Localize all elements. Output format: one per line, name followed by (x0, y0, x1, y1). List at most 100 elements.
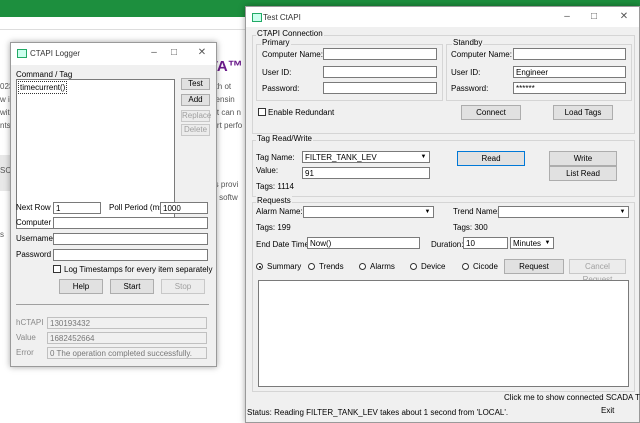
minimize-icon[interactable]: – (147, 46, 161, 60)
summary-radio[interactable] (256, 263, 263, 270)
log-timestamps-checkbox[interactable] (53, 265, 61, 273)
trend-name-label: Trend Name: (453, 207, 500, 216)
request-output-area[interactable] (258, 280, 629, 387)
device-radio[interactable] (410, 263, 417, 270)
standby-user-id-field[interactable]: Engineer (513, 66, 626, 78)
logger-title: CTAPI Logger (30, 49, 81, 58)
alarm-tags-count: Tags: 199 (256, 223, 291, 232)
primary-password-field[interactable] (323, 82, 437, 94)
alarms-radio[interactable] (359, 263, 366, 270)
standby-computer-name-label: Computer Name: (451, 50, 512, 59)
test-ctapi-window: Test CtAPI – □ ✕ CTAPI Connection Primar… (245, 6, 640, 423)
standby-title: Standby (452, 38, 484, 47)
end-date-time-label: End Date Time: (256, 240, 312, 249)
chevron-down-icon[interactable]: ▼ (422, 207, 433, 217)
trends-radio[interactable] (308, 263, 315, 270)
ctapi-connection-title: CTAPI Connection (256, 29, 324, 38)
primary-computer-name-label: Computer Name: (262, 50, 323, 59)
next-row-field[interactable]: 1 (53, 202, 101, 214)
app-icon (17, 49, 27, 58)
list-read-button[interactable]: List Read (549, 166, 617, 181)
close-icon[interactable]: ✕ (617, 10, 631, 24)
standby-password-label: Password: (451, 84, 489, 93)
exit-button[interactable]: Exit (601, 406, 614, 415)
error-label: Error (16, 348, 34, 357)
username-field[interactable] (53, 233, 208, 245)
read-button[interactable]: Read (457, 151, 525, 166)
chevron-down-icon[interactable]: ▼ (617, 207, 628, 217)
primary-title: Primary (261, 38, 291, 47)
maximize-icon[interactable]: □ (587, 10, 601, 24)
device-radio-label: Device (421, 262, 446, 271)
chevron-down-icon[interactable]: ▼ (542, 238, 553, 248)
bg-left-area (0, 370, 245, 423)
separator (16, 304, 209, 305)
chevron-down-icon[interactable]: ▼ (418, 152, 429, 162)
bg-text: w i (0, 95, 10, 104)
minimize-icon[interactable]: – (560, 10, 574, 24)
standby-user-id-label: User ID: (451, 68, 481, 77)
log-timestamps-label: Log Timestamps for every item separately (64, 265, 213, 274)
primary-computer-name-field[interactable] (323, 48, 437, 60)
tag-name-label: Tag Name: (256, 153, 295, 162)
test-button[interactable]: Test (181, 78, 210, 90)
enable-redundant-label: Enable Redundant (268, 108, 335, 117)
alarm-name-label: Alarm Name: (256, 207, 303, 216)
value-label: Value: (256, 166, 279, 175)
close-icon[interactable]: ✕ (195, 46, 209, 60)
maximize-icon[interactable]: □ (167, 46, 181, 60)
standby-password-field[interactable]: ****** (513, 82, 626, 94)
error-field: 0 The operation completed successfully. (47, 347, 207, 359)
computer-field[interactable] (53, 217, 208, 229)
trend-name-combo[interactable] (498, 206, 629, 218)
standby-computer-name-field[interactable] (513, 48, 626, 60)
scada-time-link[interactable]: Click me to show connected SCADA Time (504, 393, 640, 402)
logger-titlebar[interactable]: CTAPI Logger – □ ✕ (11, 43, 216, 65)
cicode-radio-label: Cicode (473, 262, 498, 271)
tags-count: Tags: 1114 (256, 182, 294, 191)
hctapi-field: 130193432 (47, 317, 207, 329)
username-label: Username (16, 234, 53, 243)
request-button[interactable]: Request (504, 259, 564, 274)
trends-radio-label: Trends (319, 262, 344, 271)
password-label: Password (16, 250, 52, 259)
start-button[interactable]: Start (110, 279, 154, 294)
poll-period-field[interactable]: 1000 (160, 202, 208, 214)
alarms-radio-label: Alarms (370, 262, 395, 271)
delete-button[interactable]: Delete (181, 124, 210, 136)
next-row-label: Next Row (16, 203, 51, 212)
primary-user-id-label: User ID: (262, 68, 292, 77)
bg-text: s (0, 230, 4, 239)
stop-button[interactable]: Stop (161, 279, 205, 294)
end-date-time-field[interactable]: Now() (307, 237, 420, 249)
command-tag-label: Command / Tag (16, 70, 73, 79)
primary-user-id-field[interactable] (323, 66, 437, 78)
tag-value-field[interactable]: 91 (302, 167, 430, 179)
cancel-request-button[interactable]: Cancel Request (569, 259, 626, 284)
summary-radio-label: Summary (267, 262, 302, 271)
trend-tags-count: Tags: 300 (453, 223, 488, 232)
command-list-item[interactable]: timecurrent() (18, 81, 68, 94)
alarm-name-combo[interactable] (303, 206, 434, 218)
cicode-radio[interactable] (462, 263, 469, 270)
connect-button[interactable]: Connect (461, 105, 521, 120)
write-button[interactable]: Write (549, 151, 617, 166)
duration-label: Duration: (431, 240, 464, 249)
duration-field[interactable]: 10 (463, 237, 508, 249)
value-field: 1682452664 (47, 332, 207, 344)
replace-button[interactable]: Replace (181, 110, 211, 122)
status-text: Status: Reading FILTER_TANK_LEV takes ab… (247, 408, 509, 417)
help-button[interactable]: Help (59, 279, 103, 294)
test-titlebar[interactable]: Test CtAPI – □ ✕ (246, 7, 639, 27)
load-tags-button[interactable]: Load Tags (553, 105, 613, 120)
password-field[interactable] (53, 249, 208, 261)
hctapi-label: hCTAPI (16, 318, 44, 327)
tag-read-write-title: Tag Read/Write (256, 134, 313, 143)
enable-redundant-checkbox[interactable] (258, 108, 266, 116)
add-button[interactable]: Add (181, 94, 210, 106)
tag-name-combo[interactable]: FILTER_TANK_LEV (302, 151, 430, 163)
app-icon (252, 13, 262, 22)
poll-period-label: Poll Period (ms) (109, 203, 166, 212)
value-label: Value (16, 333, 36, 342)
ctapi-logger-window: CTAPI Logger – □ ✕ Command / Tag timecur… (10, 42, 217, 367)
